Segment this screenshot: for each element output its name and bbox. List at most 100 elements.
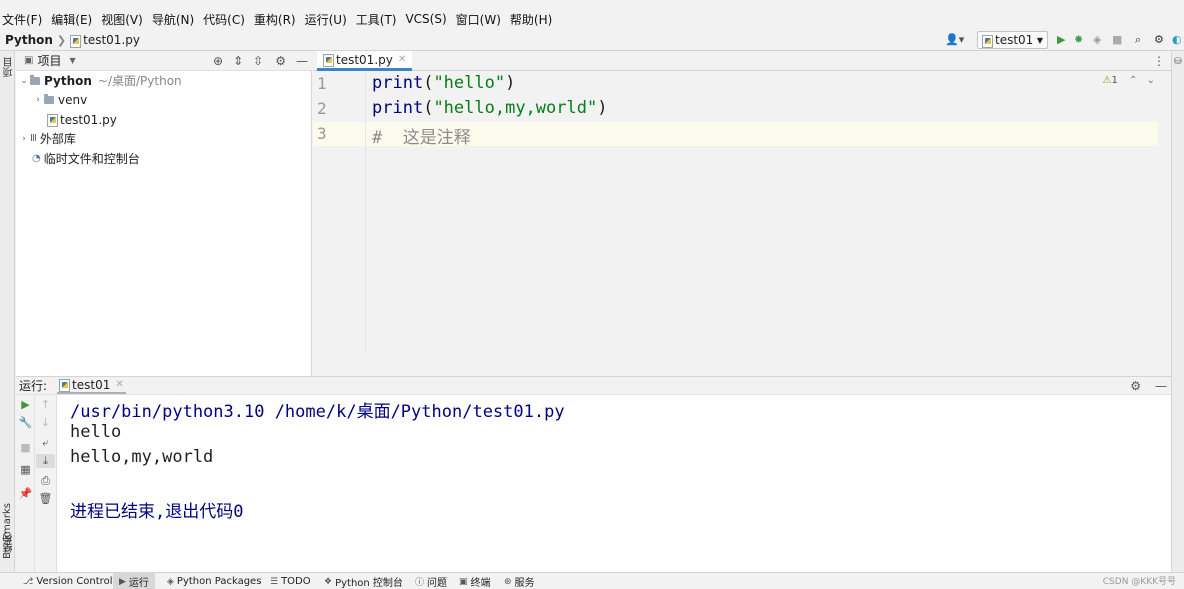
minimize-icon[interactable]: — [296, 54, 308, 68]
plugin-icon[interactable]: ◐ [1172, 33, 1182, 47]
menu-help[interactable]: 帮助(H) [510, 11, 552, 28]
chevron-right-icon[interactable]: › [18, 134, 30, 144]
stop-icon[interactable]: ■ [16, 441, 35, 455]
python-file-icon [47, 114, 58, 127]
tool-problems[interactable]: ⓘ 问题 [415, 573, 447, 589]
gear-icon[interactable]: ⚙ [1130, 379, 1141, 393]
project-tree: ⌄ Python ~/桌面/Python › venv test01.py › … [16, 71, 312, 376]
run-icon: ▶ [119, 576, 126, 587]
python-file-icon [323, 54, 334, 67]
tool-run[interactable]: ▶ 运行 [113, 573, 155, 589]
tool-structure[interactable]: 结构 [2, 533, 17, 553]
tree-item-root[interactable]: ⌄ Python ~/桌面/Python [18, 71, 181, 90]
wrench-icon[interactable]: 🔧 [16, 416, 35, 430]
folder-icon [44, 93, 54, 104]
tree-item-scratches[interactable]: ◔ 临时文件和控制台 [32, 149, 140, 168]
trash-icon[interactable]: 🗑 [36, 492, 55, 506]
coverage-icon[interactable]: ◈ [1093, 33, 1101, 47]
soft-wrap-icon[interactable]: ⤶ [36, 436, 55, 450]
breadcrumb-project[interactable]: Python [5, 33, 53, 47]
code-token: print [372, 73, 424, 93]
breadcrumb-file[interactable]: test01.py [83, 33, 140, 47]
tree-item-label: test01.py [60, 112, 117, 127]
layout-icon[interactable]: ▦ [16, 463, 35, 477]
code-token: ( [423, 73, 434, 93]
menu-edit[interactable]: 编辑(E) [51, 11, 92, 28]
console-line: hello [70, 422, 122, 442]
chevron-down-icon[interactable]: ⌄ [18, 76, 30, 86]
tool-label: TODO [281, 576, 311, 587]
chevron-up-icon[interactable]: ⌃ [1129, 75, 1137, 86]
project-panel-title[interactable]: 项目 [37, 52, 61, 69]
watermark: CSDN @KKK号号 [1102, 577, 1176, 587]
search-icon[interactable]: ⌕ [1135, 33, 1141, 47]
tool-services[interactable]: ⊛ 服务 [504, 573, 535, 589]
chevron-right-icon[interactable]: › [32, 95, 44, 105]
run-console[interactable]: /usr/bin/python3.10 /home/k/桌面/Python/te… [57, 395, 1171, 572]
minimize-icon[interactable]: — [1155, 379, 1167, 393]
rerun-icon[interactable]: ▶ [16, 398, 35, 412]
menu-refactor[interactable]: 重构(R) [254, 11, 296, 28]
print-icon[interactable]: ⎙ [36, 474, 55, 488]
menu-navigate[interactable]: 导航(N) [152, 11, 194, 28]
python-file-icon [70, 34, 82, 48]
python-file-icon [982, 34, 993, 48]
code-editor[interactable]: print("hello") print("hello,my,world") #… [366, 71, 1171, 353]
run-toolbar-primary: ▶ 🔧 ■ ▦ 📌 [16, 395, 35, 572]
menu-run[interactable]: 运行(U) [305, 11, 347, 28]
menu-code[interactable]: 代码(C) [203, 11, 245, 28]
info-icon: ⓘ [415, 578, 425, 588]
tool-todo[interactable]: ☰ TODO [270, 573, 311, 589]
arrow-down-icon[interactable]: ↓ [36, 416, 55, 430]
database-icon[interactable]: ⛁ [1174, 57, 1182, 67]
pin-icon[interactable]: 📌 [16, 487, 35, 501]
editor-tab-label: test01.py [336, 52, 393, 67]
stop-icon[interactable]: ■ [1112, 33, 1122, 47]
tool-label: Python Packages [176, 576, 262, 587]
user-icon[interactable]: 👤▾ [945, 33, 964, 47]
python-file-icon [59, 379, 71, 392]
tool-label: 问题 [427, 578, 448, 589]
arrow-up-icon[interactable]: ↑ [36, 398, 55, 412]
menu-tools[interactable]: 工具(T) [356, 11, 397, 28]
more-icon[interactable]: ⋮ [1153, 54, 1165, 68]
editor-tab-test01[interactable]: test01.py ✕ [317, 51, 413, 71]
tree-root-name: Python [44, 73, 92, 88]
tree-item-external-libraries[interactable]: › Ⅲ 外部库 [18, 129, 76, 148]
close-icon[interactable]: ✕ [398, 54, 406, 65]
console-line: hello,my,world [70, 447, 214, 467]
chevron-down-icon[interactable]: ⌄ [1147, 75, 1155, 86]
tool-version-control[interactable]: ⎇ Version Control [23, 573, 112, 589]
tool-python-packages[interactable]: ◈ Python Packages [167, 573, 261, 589]
tree-item-test01[interactable]: test01.py [47, 110, 117, 129]
warning-indicator[interactable]: ⚠1 ⌃ ⌄ [1103, 75, 1156, 86]
run-tab-test01[interactable]: test01 ✕ [57, 377, 126, 394]
project-panel-header: ▣ 项目 ▼ ⊕ ⇕ ⇳ ⚙ — [16, 51, 312, 71]
menu-file[interactable]: 文件(F) [2, 11, 42, 28]
editor-gutter: 1 2 3 [313, 71, 366, 353]
locate-icon[interactable]: ⊕ [213, 54, 223, 68]
settings-icon[interactable]: ⚙ [1154, 33, 1164, 47]
scroll-to-end-icon[interactable]: ⤓ [36, 454, 55, 468]
chevron-down-icon[interactable]: ▼ [69, 56, 75, 65]
package-icon: ◈ [167, 576, 174, 587]
run-config-select[interactable]: test01 ▼ [977, 31, 1048, 49]
tool-python-console[interactable]: ❖ Python 控制台 [324, 573, 403, 589]
menu-vcs[interactable]: VCS(S) [405, 12, 446, 26]
tree-item-venv[interactable]: › venv [32, 90, 87, 109]
code-token: ( [423, 98, 434, 118]
run-toolbar-secondary: ↑ ↓ ⤶ ⤓ ⎙ 🗑 [35, 395, 57, 572]
menu-window[interactable]: 窗口(W) [456, 11, 501, 28]
debug-icon[interactable]: ✸ [1074, 33, 1083, 47]
expand-all-icon[interactable]: ⇕ [233, 54, 243, 68]
gear-icon[interactable]: ⚙ [275, 54, 286, 68]
run-panel-header: 运行: test01 ✕ ⚙ — [16, 376, 1171, 395]
collapse-all-icon[interactable]: ⇳ [253, 54, 263, 68]
run-icon[interactable]: ▶ [1057, 33, 1065, 47]
menu-view[interactable]: 视图(V) [101, 11, 143, 28]
tool-project[interactable]: 项目 [2, 57, 17, 77]
close-icon[interactable]: ✕ [115, 379, 123, 390]
chevron-right-icon: ❯ [56, 33, 67, 47]
tool-terminal[interactable]: ▣ 终端 [459, 573, 491, 589]
editor-tabs: test01.py ✕ ⋮ [313, 51, 1171, 71]
